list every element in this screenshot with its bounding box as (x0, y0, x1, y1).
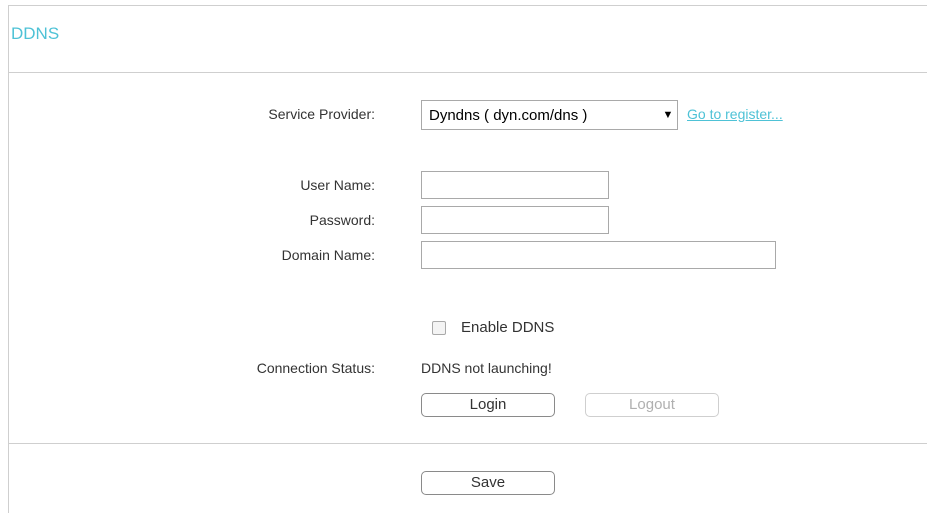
enable-ddns-label: Enable DDNS (461, 319, 555, 336)
title-divider (8, 72, 927, 73)
domain-name-label: Domain Name: (281, 247, 375, 263)
footer-divider (8, 443, 927, 444)
logout-button[interactable]: Logout (585, 393, 719, 417)
page-title: DDNS (11, 24, 60, 43)
connection-status-label: Connection Status: (256, 360, 375, 376)
save-button[interactable]: Save (421, 471, 555, 495)
password-input[interactable] (421, 206, 609, 234)
login-button[interactable]: Login (421, 393, 555, 417)
register-link[interactable]: Go to register... (687, 106, 783, 122)
password-label: Password: (309, 212, 375, 228)
service-provider-select[interactable]: Dyndns ( dyn.com/dns ) ▼ (421, 100, 678, 130)
service-provider-label: Service Provider: (268, 106, 375, 122)
connection-status-value: DDNS not launching! (421, 360, 552, 376)
domain-name-input[interactable] (421, 241, 776, 269)
user-name-input[interactable] (421, 171, 609, 199)
service-provider-value: Dyndns ( dyn.com/dns ) (429, 106, 588, 124)
user-name-label: User Name: (300, 177, 375, 193)
chevron-down-icon: ▼ (662, 109, 674, 121)
enable-ddns-checkbox[interactable] (432, 321, 446, 335)
